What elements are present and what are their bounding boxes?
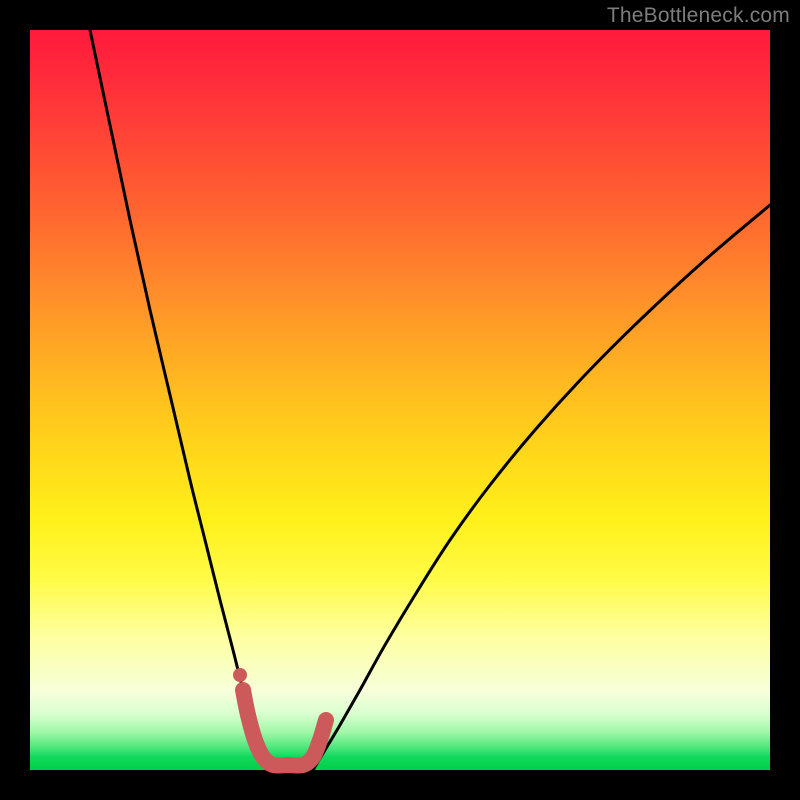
series-right-curve: [313, 205, 770, 770]
series-valley-marker: [243, 690, 326, 766]
curves-svg: [30, 30, 770, 770]
chart-frame: TheBottleneck.com: [0, 0, 800, 800]
series-left-curve: [90, 30, 267, 770]
series-valley-dot: [233, 668, 247, 682]
plot-area: [30, 30, 770, 770]
watermark-text: TheBottleneck.com: [607, 4, 790, 28]
